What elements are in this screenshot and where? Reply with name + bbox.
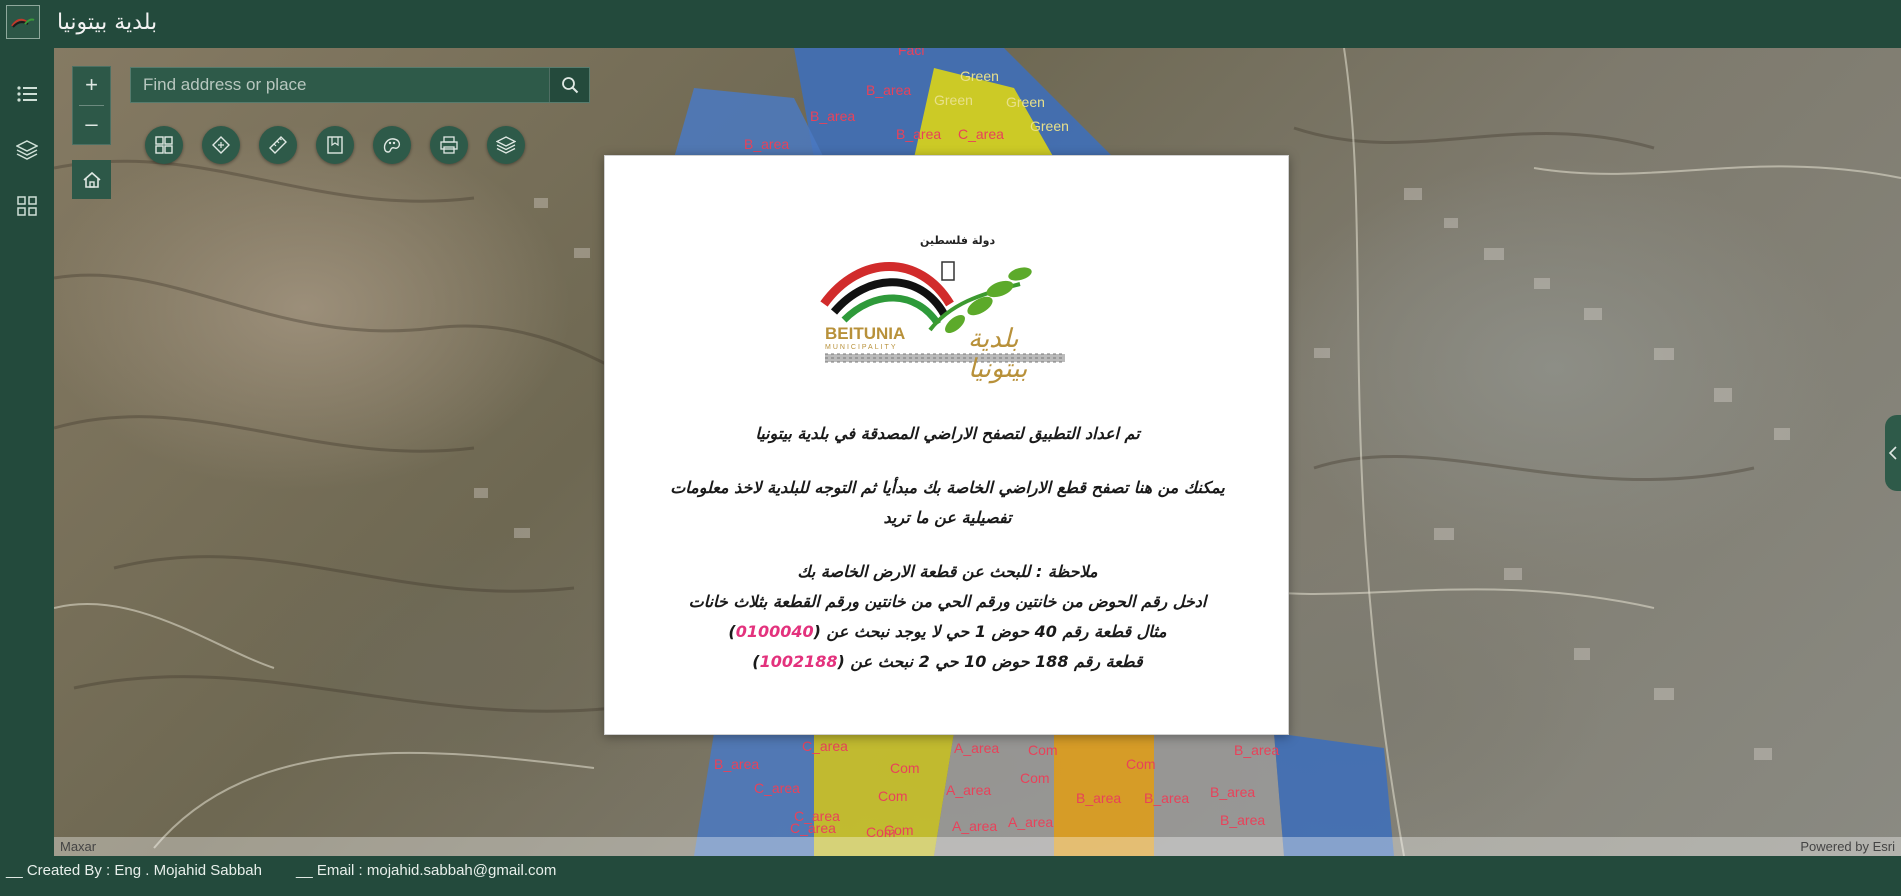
chevron-left-icon (1888, 446, 1897, 460)
parcel-label: Com (1028, 742, 1058, 758)
search-input[interactable] (131, 68, 551, 102)
bookmark-icon (327, 136, 343, 154)
parcel-label: A_area (954, 740, 1000, 756)
layers-button[interactable] (11, 134, 43, 166)
layers-icon (16, 140, 38, 160)
logo-arabic-name: بلدية بيتونيا (968, 324, 1028, 384)
parcel-label: Faci (898, 48, 925, 58)
footer-created-by: __ Created By : Eng . Mojahid Sabbah (6, 862, 262, 879)
parcel-label: B_area (744, 136, 790, 152)
municipality-logo: دولة فلسطين BEITUNIA MUNICIPALITY بلدية … (820, 234, 1070, 384)
measure-button[interactable] (202, 126, 240, 164)
parcel-label: A_area (952, 818, 998, 834)
parcel-label: B_area (866, 82, 912, 98)
splash-dialog: دولة فلسطين BEITUNIA MUNICIPALITY بلدية … (604, 155, 1289, 735)
parcel-label: B_area (1144, 790, 1190, 806)
app-header: بلدية بيتونيا (0, 0, 1901, 48)
panel-toggle-handle[interactable] (1885, 415, 1901, 491)
parcel-label: B_area (810, 108, 856, 124)
splash-intro-line: تم اعداد التطبيق لتصفح الاراضي المصدقة ف… (755, 424, 1140, 443)
app-footer: __ Created By : Eng . Mojahid Sabbah __ … (0, 856, 1901, 896)
example-1-close: ) (728, 622, 736, 641)
attribution-powered-by[interactable]: Powered by Esri (1800, 839, 1895, 854)
splash-browse-line-2: تفصيلية عن ما تريد (883, 508, 1012, 527)
logo-english-subtitle: MUNICIPALITY (825, 344, 898, 351)
zoom-out-button[interactable]: – (73, 106, 110, 144)
ruler-button[interactable] (259, 126, 297, 164)
left-rail (0, 48, 54, 856)
splash-example-1: مثال قطعة رقم 40 حوض 1 حي لا يوجد نبحث ع… (635, 617, 1260, 647)
parcel-label: B_area (1220, 812, 1266, 828)
basemap-gallery-icon (155, 136, 173, 154)
parcel-label: B_area (1210, 784, 1256, 800)
print-icon (440, 136, 458, 154)
footer-email: __ Email : mojahid.sabbah@gmail.com (296, 862, 557, 879)
map-attribution: Maxar Powered by Esri (54, 837, 1901, 856)
parcel-label: Com (884, 822, 914, 838)
parcel-label: C_area (802, 738, 848, 754)
legend-button[interactable] (11, 78, 43, 110)
parcel-label: B_area (1234, 742, 1280, 758)
search-button[interactable] (549, 68, 589, 102)
parcel-label: A_area (1008, 814, 1054, 830)
parcel-label: C_area (754, 780, 800, 796)
ruler-icon (269, 136, 287, 154)
layer-list-button[interactable] (487, 126, 525, 164)
logo-english-name: BEITUNIA (825, 324, 906, 343)
home-button[interactable] (72, 160, 111, 199)
parcel-label: Com (890, 760, 920, 776)
sketch-icon (383, 138, 401, 153)
search-icon (561, 77, 578, 94)
sketch-button[interactable] (373, 126, 411, 164)
example-2-code: 1002188 (759, 652, 838, 671)
parcel-label: B_area (1076, 790, 1122, 806)
parcel-label: C_area (958, 126, 1004, 142)
splash-browse-line: يمكنك من هنا تصفح قطع الاراضي الخاصة بك … (670, 478, 1225, 497)
example-1-code: 0100040 (735, 622, 814, 641)
bookmark-button[interactable] (316, 126, 354, 164)
parcel-label: B_area (714, 756, 760, 772)
splash-example-2: قطعة رقم 188 حوض 10 حي 2 نبحث عن (100218… (635, 647, 1260, 677)
example-2-text: قطعة رقم 188 حوض 10 حي 2 نبحث عن ( (837, 652, 1143, 671)
zoom-control: + – (72, 66, 111, 145)
print-button[interactable] (430, 126, 468, 164)
example-2-close: ) (752, 652, 760, 671)
zoom-in-button[interactable]: + (73, 67, 110, 105)
app-title: بلدية بيتونيا (57, 10, 158, 35)
example-1-text: مثال قطعة رقم 40 حوض 1 حي لا يوجد نبحث ع… (813, 622, 1167, 641)
search-widget (130, 67, 590, 103)
layer-list-icon (496, 136, 516, 154)
parcel-label: Green (1006, 94, 1045, 110)
basemap-gallery-button[interactable] (145, 126, 183, 164)
parcel-label: Green (1030, 118, 1069, 134)
parcel-label: Green (934, 92, 973, 108)
splash-note-title: ملاحظة : للبحث عن قطعة الارض الخاصة بك (797, 562, 1098, 581)
measure-icon (212, 136, 230, 154)
parcel-label: Green (960, 68, 999, 84)
app-logo (6, 5, 40, 39)
parcel-label: Com (878, 788, 908, 804)
widgets-button[interactable] (11, 190, 43, 222)
splash-message: تم اعداد التطبيق لتصفح الاراضي المصدقة ف… (635, 419, 1260, 677)
list-icon (17, 86, 37, 102)
parcel-label: B_area (896, 126, 942, 142)
parcel-label: A_area (946, 782, 992, 798)
splash-note-instructions: ادخل رقم الحوض من خانتين ورقم الحي من خا… (688, 592, 1207, 611)
parcel-label: C_area (790, 820, 836, 836)
attribution-source: Maxar (60, 839, 97, 854)
parcel-label: Com (1020, 770, 1050, 786)
home-icon (82, 171, 101, 188)
grid-icon (17, 196, 37, 216)
parcel-label: Com (1126, 756, 1156, 772)
